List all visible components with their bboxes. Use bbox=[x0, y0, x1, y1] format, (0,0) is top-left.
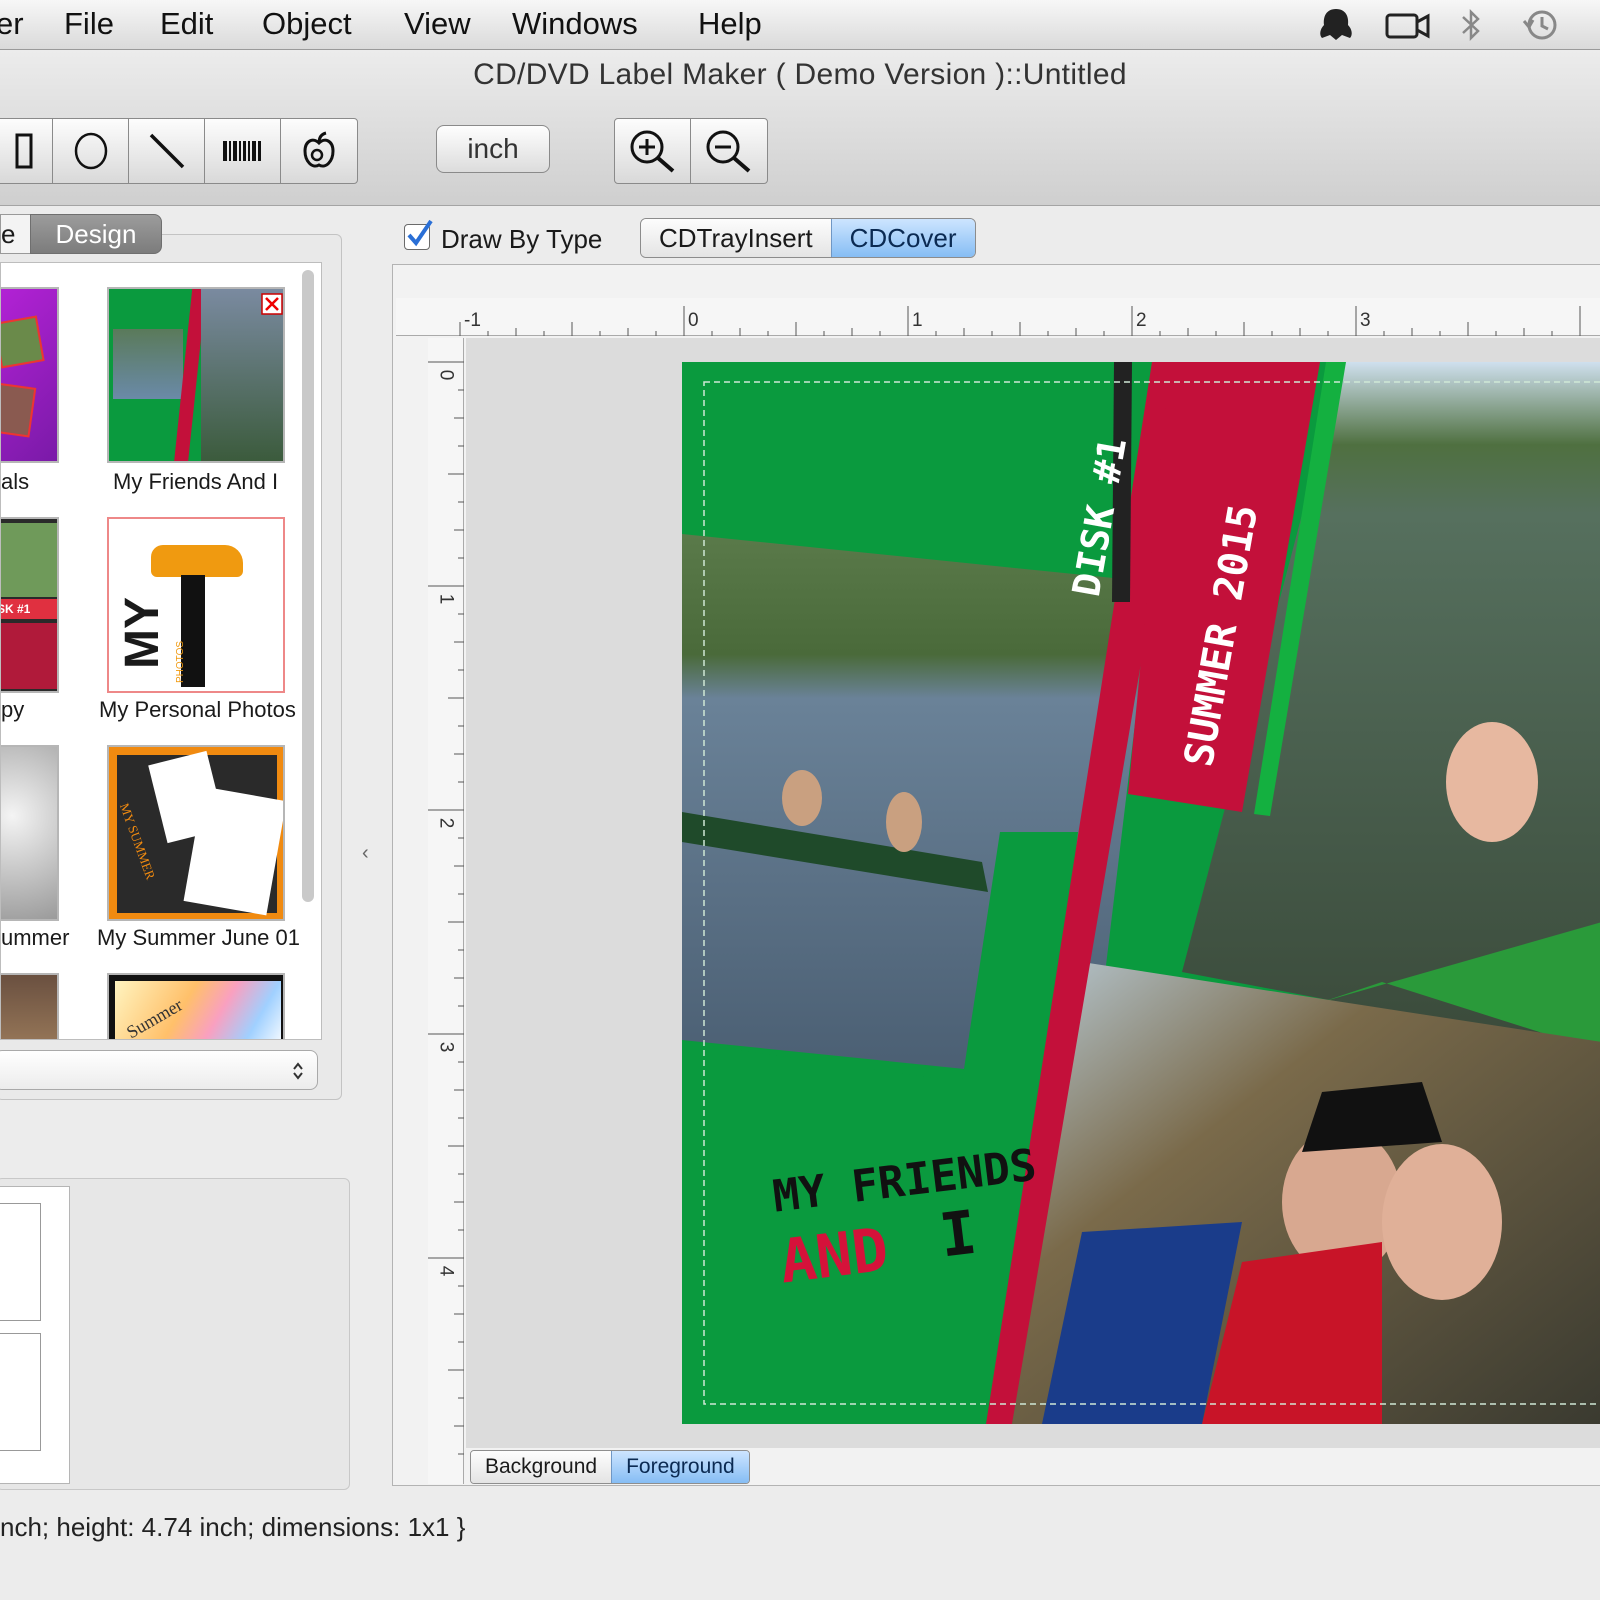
camera-icon[interactable] bbox=[1384, 7, 1432, 43]
template-thumb[interactable] bbox=[1, 973, 59, 1039]
label-type-selector: CDTrayInsert CDCover bbox=[640, 218, 976, 258]
zoom-out-button[interactable] bbox=[691, 119, 767, 183]
template-list[interactable]: als My Friends And I SK #1 py MY PHOTOS … bbox=[0, 262, 322, 1040]
ruler-ticks bbox=[459, 306, 1581, 336]
line-tool[interactable] bbox=[129, 119, 205, 183]
tab-template-label: e bbox=[1, 218, 16, 249]
menu-windows[interactable]: Windows bbox=[512, 6, 638, 42]
template-thumb-summer-june[interactable]: MY SUMMER bbox=[107, 745, 285, 921]
ruler-label: 2 bbox=[1136, 310, 1147, 331]
rectangle-icon bbox=[15, 133, 32, 169]
left-panel-tabs: e Design bbox=[0, 214, 162, 254]
thumb-block bbox=[1, 523, 57, 597]
template-label: My Friends And I bbox=[113, 469, 279, 494]
menu-edit[interactable]: Edit bbox=[160, 6, 213, 42]
shape-tools bbox=[0, 118, 358, 184]
tab-template[interactable]: e bbox=[0, 214, 30, 254]
template-label: als bbox=[1, 469, 30, 494]
unit-button[interactable]: inch bbox=[436, 125, 550, 173]
window-title: CD/DVD Label Maker ( Demo Version )::Unt… bbox=[473, 58, 1127, 91]
zoom-out-icon bbox=[706, 130, 751, 173]
layer-foreground[interactable]: Foreground bbox=[611, 1451, 749, 1483]
ruler-label: 1 bbox=[435, 593, 457, 605]
apple-tool[interactable] bbox=[281, 119, 357, 183]
title-line2a-text: AND bbox=[776, 1214, 893, 1298]
menu-view[interactable]: View bbox=[404, 6, 471, 42]
thumb-disk-label: SK #1 bbox=[1, 599, 57, 619]
zoom-in-icon bbox=[630, 130, 674, 173]
barcode-tool[interactable] bbox=[205, 119, 281, 183]
draw-by-type-checkbox[interactable] bbox=[404, 219, 433, 250]
ruler-label: 3 bbox=[435, 1041, 457, 1053]
template-thumb-friends[interactable] bbox=[107, 287, 285, 463]
line-icon bbox=[149, 133, 184, 169]
ruler-label: 2 bbox=[435, 817, 457, 829]
vertical-ruler: 0 1 2 3 4 bbox=[428, 338, 464, 1484]
ruler-ticks bbox=[428, 361, 464, 1455]
thumb-block bbox=[1, 623, 57, 689]
preview-slot[interactable] bbox=[0, 1333, 41, 1451]
category-dropdown[interactable] bbox=[0, 1050, 318, 1090]
zoom-tools bbox=[614, 118, 768, 184]
layer-background[interactable]: Background bbox=[471, 1451, 612, 1483]
alien-icon[interactable] bbox=[1316, 7, 1356, 43]
close-icon[interactable] bbox=[261, 293, 283, 315]
thumb-photos-text: PHOTOS bbox=[175, 640, 186, 683]
menu-help[interactable]: Help bbox=[698, 6, 762, 42]
menu-object[interactable]: Object bbox=[262, 6, 352, 42]
thumb-photo bbox=[1, 382, 37, 438]
ruler-label: -1 bbox=[464, 310, 481, 331]
template-thumb[interactable] bbox=[1, 745, 59, 921]
app-menu[interactable]: er bbox=[0, 6, 24, 42]
ellipse-tool[interactable] bbox=[53, 119, 129, 183]
template-label: ummer bbox=[1, 925, 70, 950]
preview-card bbox=[0, 1186, 70, 1484]
thumb-photo bbox=[1, 315, 45, 369]
template-thumb-personal[interactable]: MY PHOTOS bbox=[107, 517, 285, 693]
menu-bar: er File Edit Object View Windows Help bbox=[0, 0, 1600, 50]
time-machine-icon[interactable] bbox=[1520, 7, 1560, 43]
ellipse-icon bbox=[74, 132, 107, 170]
ruler-label: 4 bbox=[435, 1265, 457, 1277]
template-label: My Summer June 01 bbox=[97, 925, 300, 950]
cd-cover-label[interactable]: DISK #1 SUMMER 2015 MY FRIENDS AND I bbox=[682, 362, 1600, 1424]
thumb-photo bbox=[201, 289, 283, 461]
template-label: My Personal Photos bbox=[99, 697, 296, 722]
apple-icon bbox=[303, 131, 335, 168]
draw-by-type-label: Draw By Type bbox=[441, 224, 603, 254]
zoom-in-button[interactable] bbox=[615, 119, 691, 183]
barcode-icon bbox=[222, 141, 261, 161]
template-thumb[interactable]: Summer bbox=[107, 973, 285, 1039]
ruler-label: 1 bbox=[912, 310, 923, 331]
layer-selector: Background Foreground bbox=[470, 1450, 750, 1484]
type-cdcover[interactable]: CDCover bbox=[830, 219, 975, 257]
thumb-photo bbox=[113, 329, 183, 399]
thumb-car bbox=[151, 545, 243, 577]
template-thumb[interactable] bbox=[1, 287, 59, 463]
preview-slot[interactable] bbox=[0, 1203, 41, 1321]
status-bar-text: nch; height: 4.74 inch; dimensions: 1x1 … bbox=[0, 1512, 466, 1542]
collapse-arrow-icon[interactable]: ‹ bbox=[362, 842, 369, 865]
template-thumb[interactable]: SK #1 bbox=[1, 517, 59, 693]
horizontal-ruler: -1 0 1 2 3 bbox=[396, 298, 1600, 336]
ruler-label: 3 bbox=[1360, 310, 1371, 331]
template-scrollbar[interactable] bbox=[302, 270, 314, 902]
tab-design[interactable]: Design bbox=[30, 214, 162, 254]
ruler-label: 0 bbox=[688, 310, 699, 331]
updown-chevron-icon bbox=[293, 1062, 303, 1080]
rectangle-tool[interactable] bbox=[0, 119, 53, 183]
checkmark-icon bbox=[407, 219, 433, 247]
bluetooth-icon[interactable] bbox=[1458, 7, 1484, 43]
ruler-label: 0 bbox=[435, 369, 457, 381]
type-cdtrayinsert[interactable]: CDTrayInsert bbox=[641, 219, 831, 257]
menu-file[interactable]: File bbox=[64, 6, 114, 42]
thumb-my-text: MY bbox=[116, 597, 169, 669]
template-label: py bbox=[1, 697, 25, 722]
